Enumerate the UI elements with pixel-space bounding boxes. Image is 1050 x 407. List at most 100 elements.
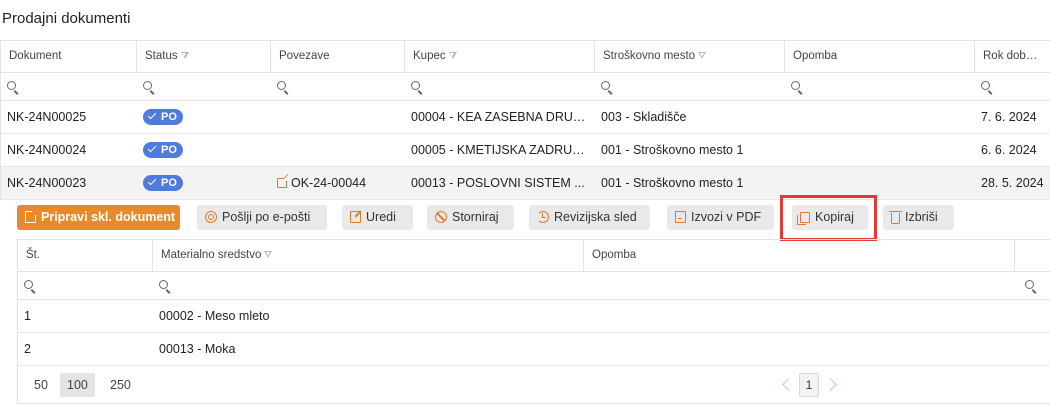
documents-grid: Dokument Status Povezave Kupec Stroškovn…: [0, 40, 1050, 200]
cell-stroskovno-mesto: 003 - Skladišče: [601, 110, 687, 124]
next-page-button[interactable]: [824, 373, 843, 397]
filter-materialno-sredstvo[interactable]: [153, 272, 1015, 299]
check-icon: [147, 176, 157, 185]
cell-status: PO: [137, 167, 271, 199]
cell-opomba: [785, 101, 975, 133]
col-header-st[interactable]: Št.: [18, 240, 153, 271]
filter-icon[interactable]: [264, 251, 273, 258]
at-sign-icon: [205, 211, 217, 223]
cell-opomba: [785, 134, 975, 166]
cell-kupec: 00004 - KEA ZASEBNA DRUŽ...: [411, 110, 591, 124]
trash-icon: [889, 211, 902, 224]
cell-st: 1: [24, 309, 31, 323]
col-header-opomba[interactable]: Opomba: [584, 240, 1015, 271]
page-size-250[interactable]: 250: [103, 373, 138, 397]
cell-kupec: 00005 - KMETIJSKA ZADRUG...: [411, 143, 593, 157]
cell-status: PO: [137, 134, 271, 166]
prev-page-button[interactable]: [778, 373, 796, 397]
check-icon: [147, 110, 157, 119]
page-size-50[interactable]: 50: [27, 373, 55, 397]
send-email-button[interactable]: Pošlji po e-pošti: [197, 205, 327, 230]
filter-rok-dobave[interactable]: [975, 73, 1050, 100]
pager: 50 100 250 1: [18, 366, 1050, 404]
filter-opomba[interactable]: [785, 73, 975, 100]
cell-status: PO: [137, 101, 271, 133]
ban-icon: [435, 211, 447, 223]
pdf-file-icon: [675, 211, 686, 223]
external-link-icon: [277, 176, 289, 188]
table-row[interactable]: NK-24N00025 PO 00004 - KEA ZASEBNA DRUŽ.…: [1, 101, 1050, 134]
search-icon: [7, 81, 16, 90]
col-header-kupec[interactable]: Kupec: [405, 41, 595, 72]
filter-povezave[interactable]: [271, 73, 405, 100]
search-icon: [143, 81, 152, 90]
cell-povezave: [271, 101, 405, 133]
col-header-stroskovno-mesto[interactable]: Stroškovno mesto: [595, 41, 785, 72]
filter-dokument[interactable]: [1, 73, 137, 100]
filter-kupec[interactable]: [405, 73, 595, 100]
subgrid-row[interactable]: 1 00002 - Meso mleto: [18, 300, 1050, 333]
link-ok-document[interactable]: OK-24-00044: [291, 176, 366, 190]
delete-button[interactable]: Izbriši: [883, 205, 954, 230]
col-header-materialno-sredstvo[interactable]: Materialno sredstvo: [153, 240, 584, 271]
subgrid-filter-row: [18, 272, 1050, 300]
cell-rok-dobave: 7. 6. 2024: [981, 110, 1037, 124]
status-badge: PO: [143, 141, 183, 158]
search-icon: [601, 81, 610, 90]
col-header-spacer: [1015, 240, 1050, 271]
copy-button-highlight: [780, 195, 877, 241]
subgrid-row[interactable]: 2 00013 - Moka: [18, 333, 1050, 366]
history-icon: [537, 211, 549, 223]
edit-icon: [350, 211, 361, 223]
filter-status[interactable]: [137, 73, 271, 100]
cell-povezave: [271, 134, 405, 166]
search-icon: [277, 81, 286, 90]
filter-icon[interactable]: [698, 52, 707, 59]
audit-trail-button[interactable]: Revizijska sled: [529, 205, 650, 230]
cell-dokument: NK-24N00024: [7, 143, 87, 157]
search-icon: [411, 81, 420, 90]
cell-material: 00013 - Moka: [159, 342, 236, 356]
cell-stroskovno-mesto: 001 - Stroškovno mesto 1: [601, 176, 744, 190]
filter-row: [1, 73, 1050, 101]
search-icon: [981, 81, 990, 90]
cell-dokument: NK-24N00023: [7, 176, 87, 190]
page-size-100[interactable]: 100: [60, 373, 95, 397]
cell-rok-dobave: 28. 5. 2024: [981, 176, 1044, 190]
table-row[interactable]: NK-24N00024 PO 00005 - KMETIJSKA ZADRUG.…: [1, 134, 1050, 167]
filter-icon[interactable]: [448, 52, 457, 59]
grid-header: Dokument Status Povezave Kupec Stroškovn…: [1, 41, 1050, 73]
search-icon: [1025, 280, 1034, 289]
status-badge: PO: [143, 174, 183, 191]
cell-dokument: NK-24N00025: [7, 110, 87, 124]
cancel-document-button[interactable]: Storniraj: [427, 205, 514, 230]
col-header-rok-dobave[interactable]: Rok dobave: [975, 41, 1050, 72]
status-badge: PO: [143, 108, 183, 125]
col-header-dokument[interactable]: Dokument: [1, 41, 137, 72]
page-title: Prodajni dokumenti: [2, 10, 131, 27]
export-pdf-button[interactable]: Izvozi v PDF: [667, 205, 774, 230]
filter-actions[interactable]: [1015, 272, 1050, 299]
table-row-selected[interactable]: NK-24N00023 PO OK-24-00044 00013 - POSLO…: [1, 167, 1050, 200]
check-icon: [147, 143, 157, 152]
search-icon: [791, 81, 800, 90]
filter-stroskovno-mesto[interactable]: [595, 73, 785, 100]
chevron-left-icon: [782, 378, 795, 391]
search-icon: [159, 280, 168, 289]
col-header-status[interactable]: Status: [137, 41, 271, 72]
col-header-povezave[interactable]: Povezave: [271, 41, 405, 72]
filter-st[interactable]: [18, 272, 153, 299]
chevron-right-icon: [824, 378, 837, 391]
items-subgrid: Št. Materialno sredstvo Opomba 1 00002 -…: [17, 239, 1050, 404]
cell-stroskovno-mesto: 001 - Stroškovno mesto 1: [601, 143, 744, 157]
cell-povezave[interactable]: OK-24-00044: [271, 167, 405, 199]
cell-opomba: [584, 333, 1015, 365]
col-header-opomba[interactable]: Opomba: [785, 41, 975, 72]
edit-button[interactable]: Uredi: [342, 205, 413, 230]
cell-st: 2: [24, 342, 31, 356]
filter-icon[interactable]: [180, 52, 189, 59]
document-icon: [25, 211, 36, 223]
cell-rok-dobave: 6. 6. 2024: [981, 143, 1037, 157]
current-page[interactable]: 1: [799, 373, 819, 397]
prepare-stock-document-button[interactable]: Pripravi skl. dokument: [17, 205, 180, 230]
